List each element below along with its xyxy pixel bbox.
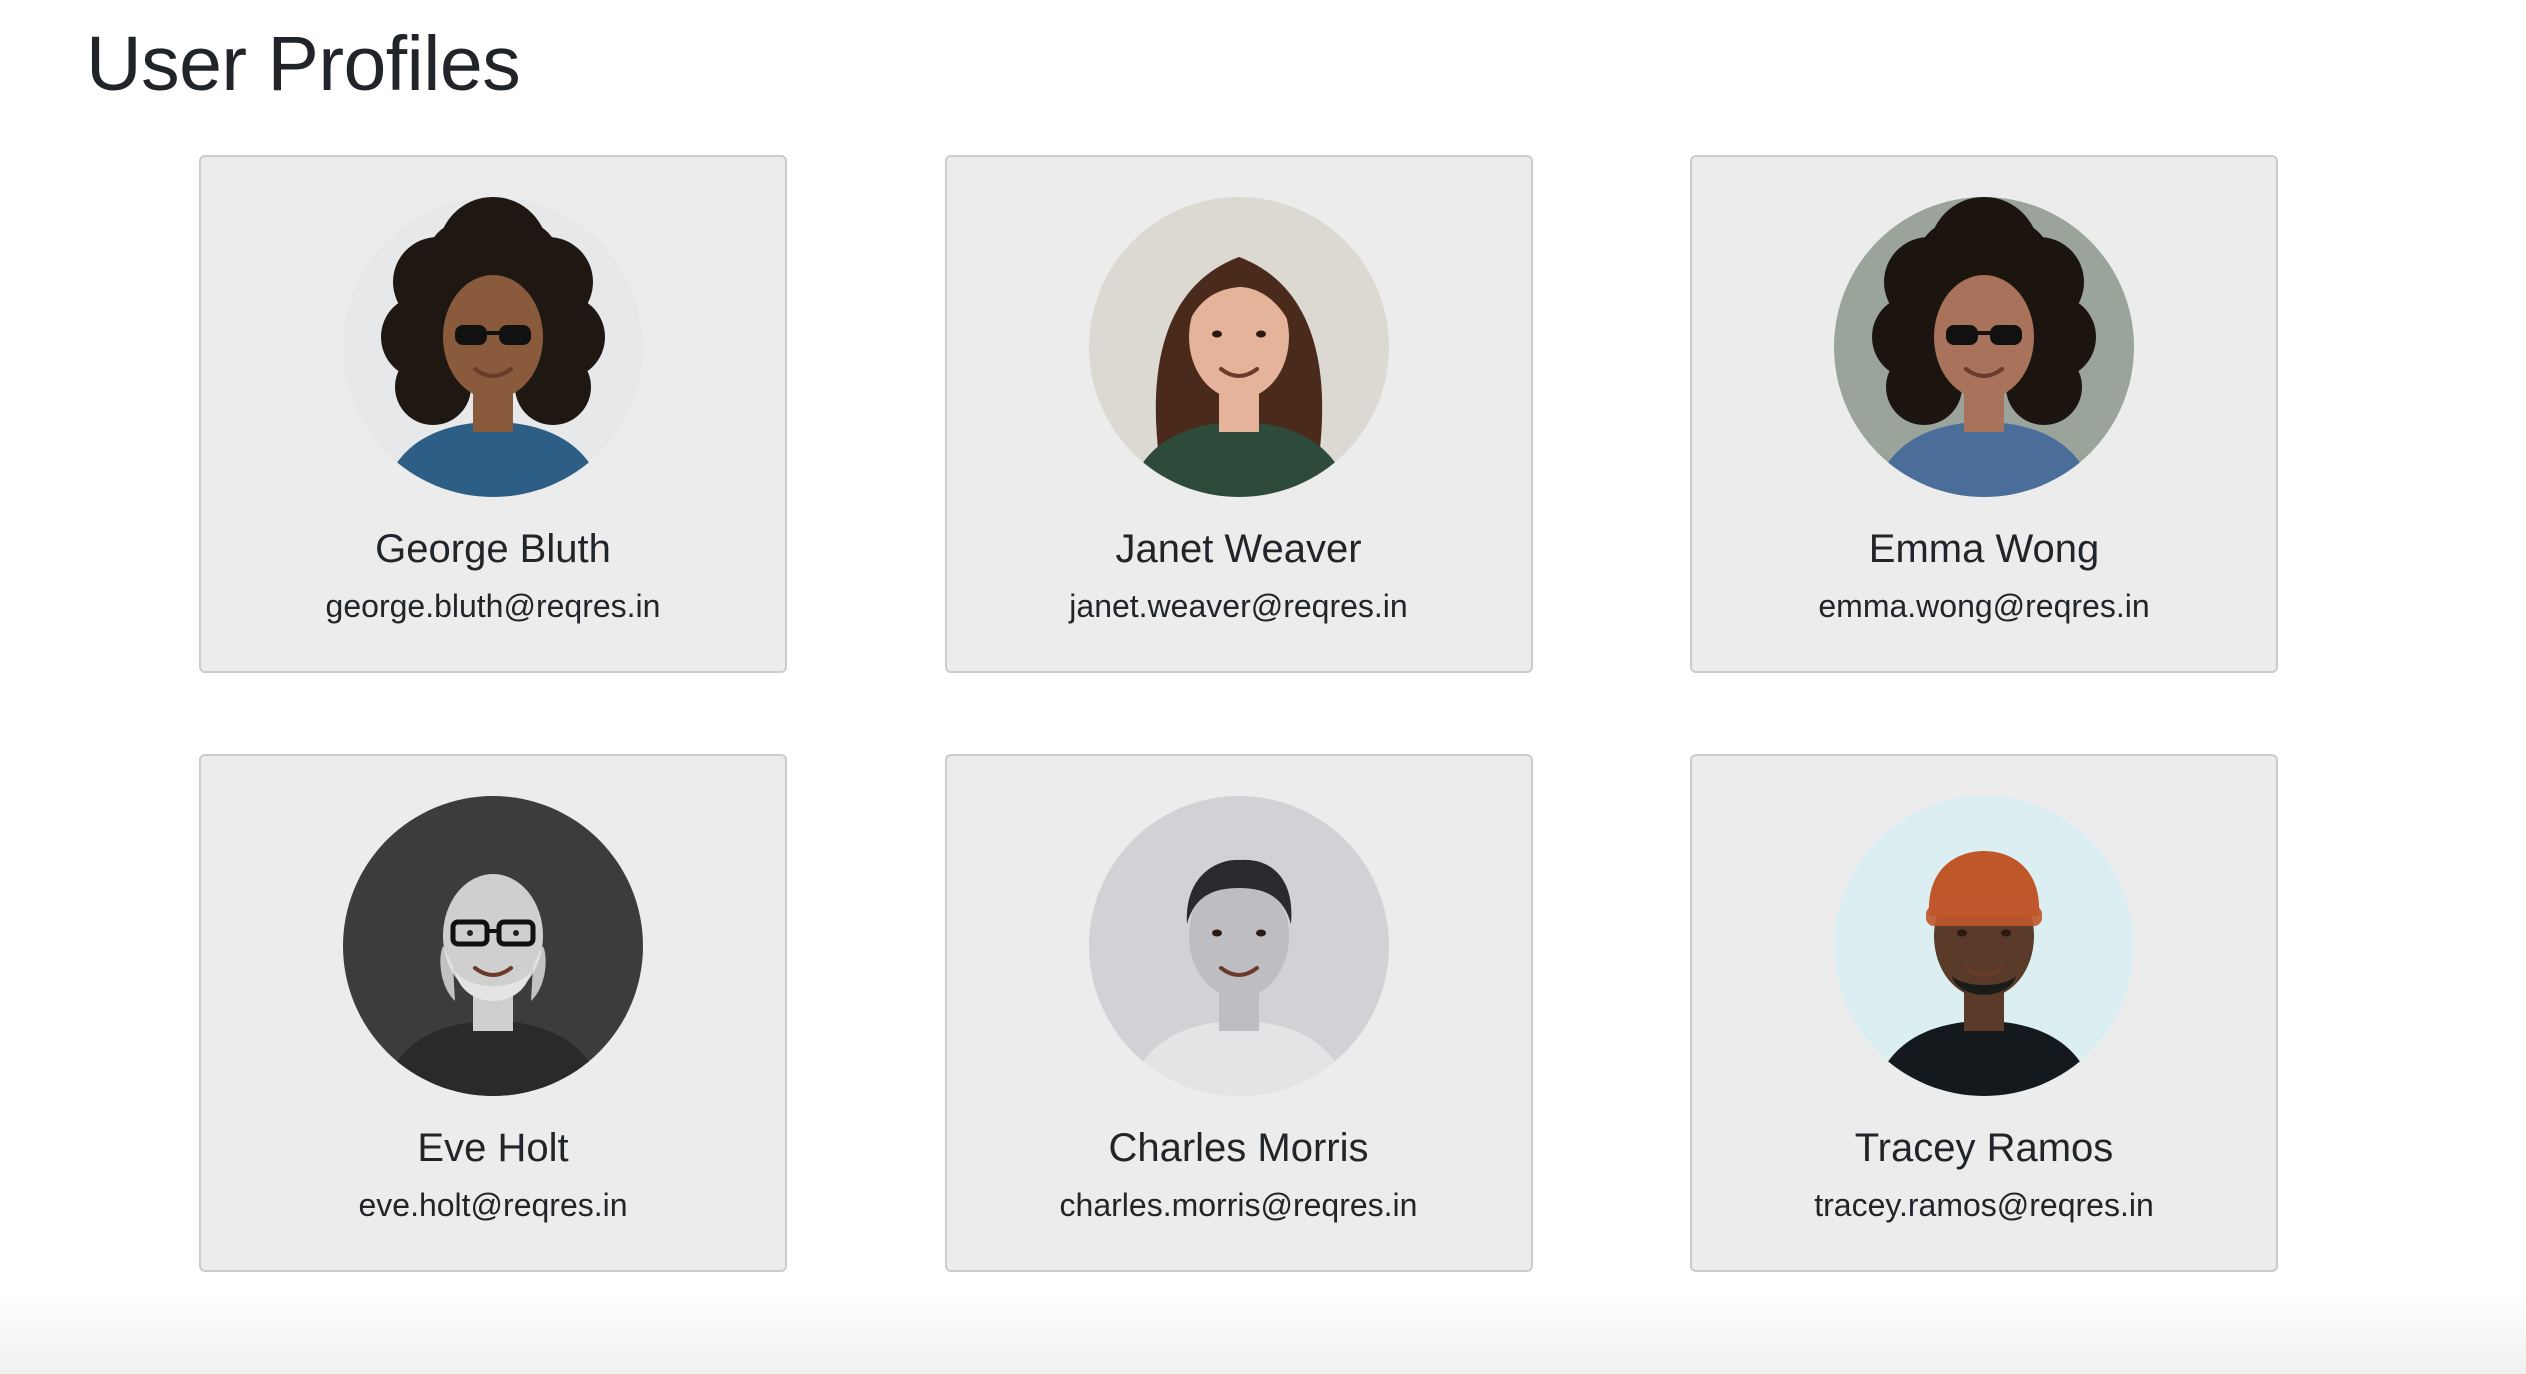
user-avatar (343, 197, 643, 497)
user-email: tracey.ramos@reqres.in (1814, 1187, 2154, 1223)
portrait-image (1088, 197, 1389, 497)
portrait-image (1834, 197, 2134, 497)
user-name: Emma Wong (1868, 527, 2100, 571)
portrait-image (1834, 796, 2134, 1096)
user-avatar (343, 796, 643, 1096)
user-card[interactable]: Eve Holt eve.holt@reqres.in (199, 754, 787, 1272)
user-grid: George Bluth george.bluth@reqres.in Jane… (199, 155, 2278, 1272)
user-avatar (1834, 796, 2134, 1096)
user-avatar (1088, 796, 1389, 1096)
user-email: george.bluth@reqres.in (325, 588, 661, 624)
user-card[interactable]: Charles Morris charles.morris@reqres.in (944, 754, 1533, 1272)
user-avatar (1088, 197, 1389, 497)
bottom-fade (0, 1294, 2526, 1374)
user-card[interactable]: Tracey Ramos tracey.ramos@reqres.in (1690, 754, 2278, 1272)
page-title: User Profiles (86, 21, 521, 107)
user-name: George Bluth (375, 527, 611, 571)
user-card[interactable]: George Bluth george.bluth@reqres.in (199, 155, 787, 673)
user-card[interactable]: Janet Weaver janet.weaver@reqres.in (944, 155, 1533, 673)
user-avatar (1834, 197, 2134, 497)
user-name: Eve Holt (417, 1126, 569, 1170)
user-email: charles.morris@reqres.in (1059, 1187, 1418, 1223)
user-card[interactable]: Emma Wong emma.wong@reqres.in (1690, 155, 2278, 673)
portrait-image (343, 796, 643, 1096)
user-email: janet.weaver@reqres.in (1069, 588, 1408, 624)
user-email: emma.wong@reqres.in (1818, 588, 2150, 624)
portrait-image (343, 197, 643, 497)
user-email: eve.holt@reqres.in (358, 1187, 628, 1223)
user-name: Tracey Ramos (1854, 1126, 2114, 1170)
user-name: Janet Weaver (1115, 527, 1362, 571)
portrait-image (1088, 796, 1389, 1096)
user-name: Charles Morris (1108, 1126, 1369, 1170)
